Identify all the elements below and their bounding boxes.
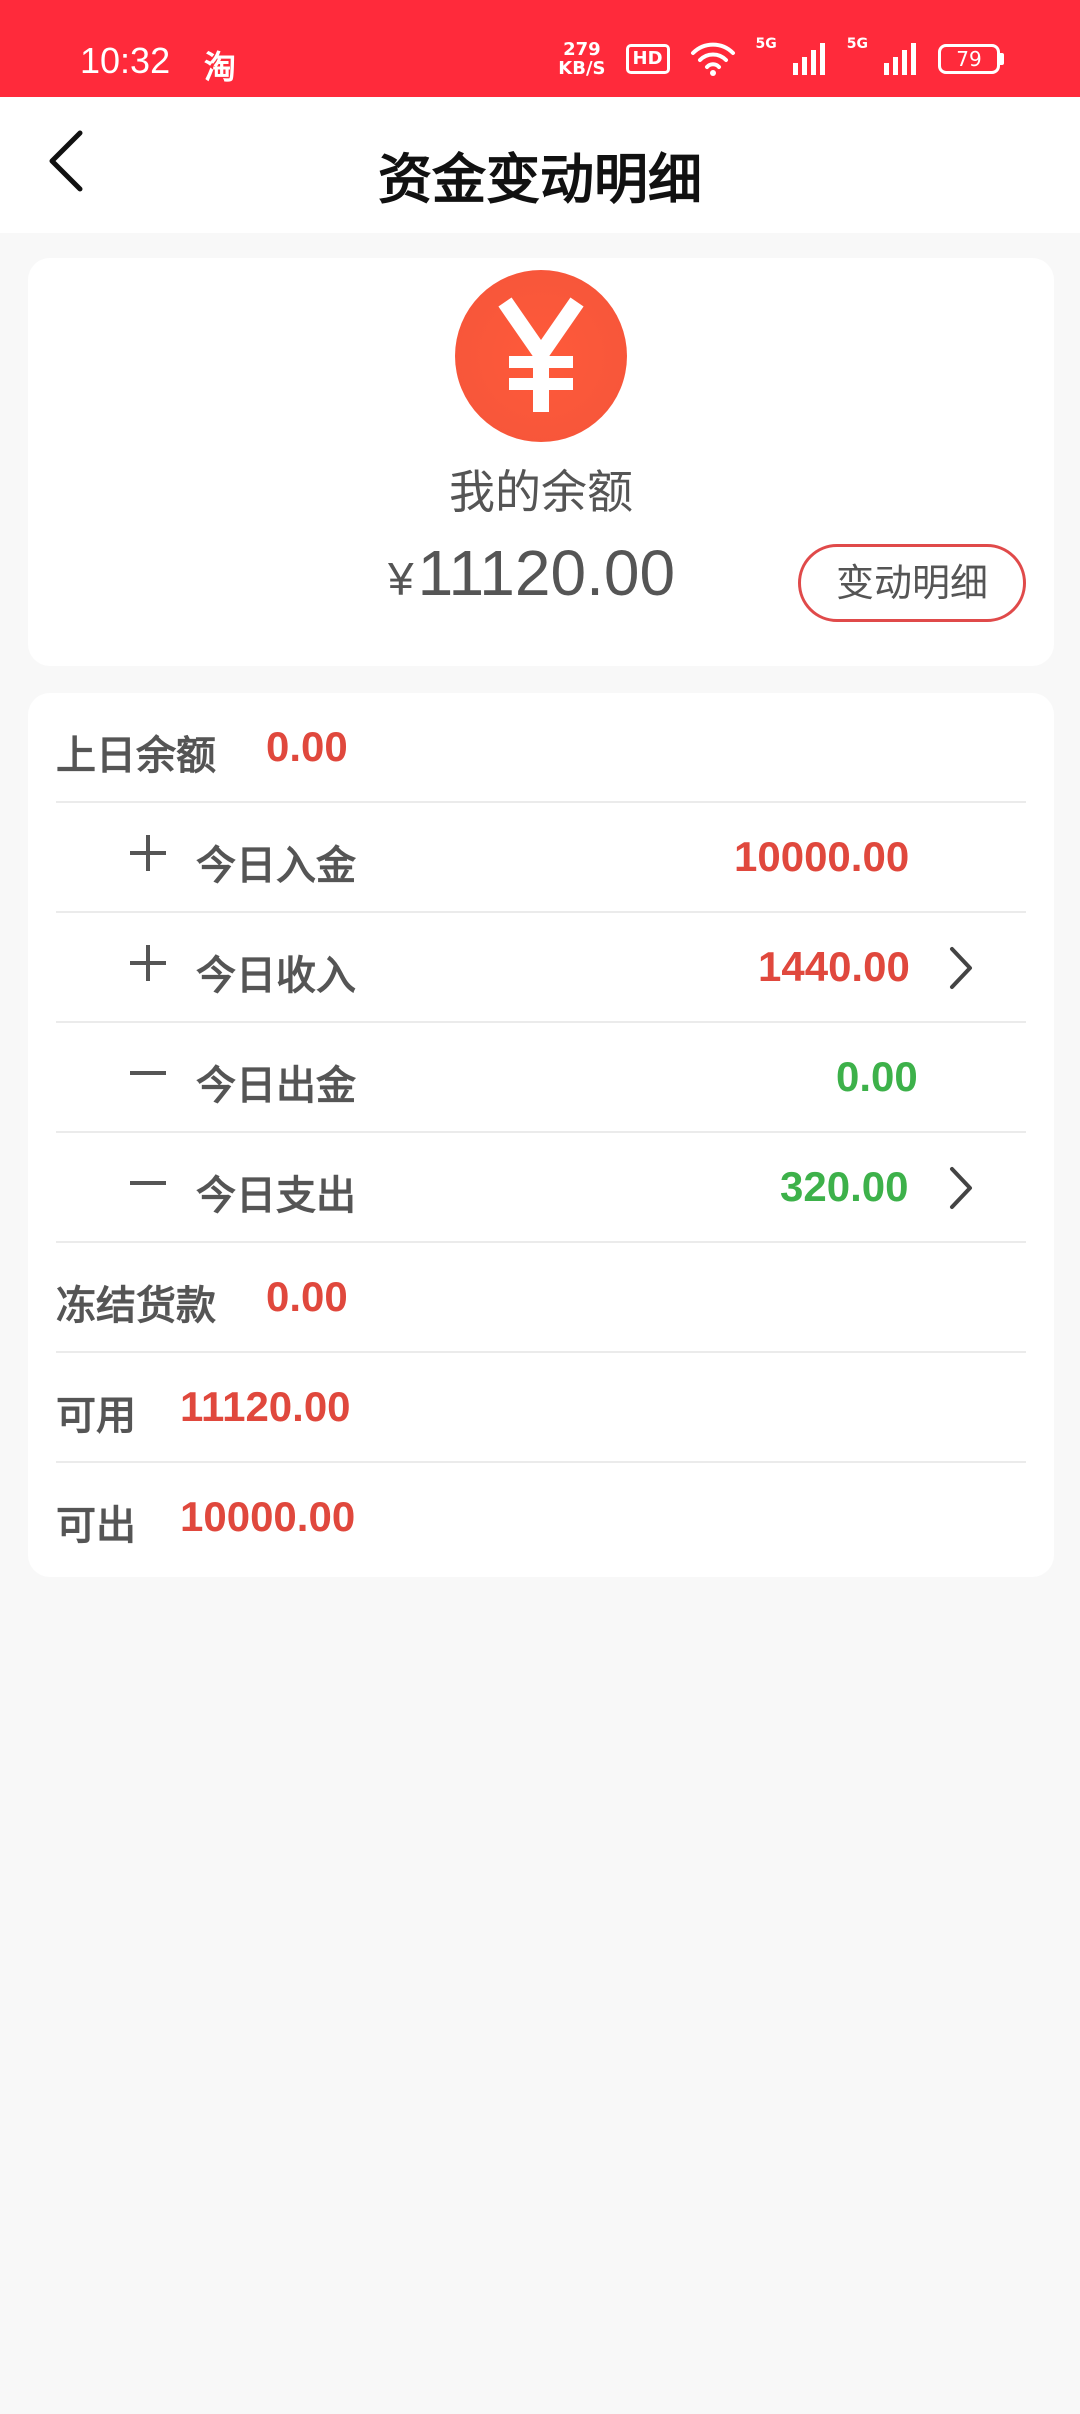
- chevron-right-icon[interactable]: [946, 945, 976, 991]
- network-5g-label-2: 5G: [846, 36, 868, 52]
- signal-icon-2: [884, 43, 918, 75]
- page-title: 资金变动明细: [378, 148, 702, 211]
- row-value: 0.00: [266, 723, 348, 770]
- plus-icon: [130, 835, 166, 871]
- app-header: 资金变动明细: [0, 97, 1080, 233]
- row-today-withdrawal: 今日出金 0.00: [56, 1023, 1026, 1133]
- row-label: 冻结货款: [56, 1283, 216, 1329]
- network-speed-unit: KB/S: [558, 58, 606, 79]
- row-label: 今日支出: [196, 1173, 356, 1219]
- signal-icon-1: [792, 43, 827, 75]
- balance-value: 11120.00: [417, 537, 676, 609]
- row-frozen-payment: 冻结货款 0.00: [56, 1243, 1026, 1353]
- row-previous-balance: 上日余额 0.00: [56, 693, 1026, 803]
- row-value: 320.00: [780, 1163, 909, 1210]
- hd-icon: HD: [625, 44, 670, 74]
- row-today-income[interactable]: 今日收入 1440.00: [56, 913, 1026, 1023]
- row-today-deposit: 今日入金 10000.00: [56, 803, 1026, 913]
- row-today-expense[interactable]: 今日支出 320.00: [56, 1133, 1026, 1243]
- row-value: 0.00: [836, 1053, 918, 1100]
- status-bar: 10:32 淘 279 KB/S HD 5G 5G 79: [0, 0, 1080, 97]
- plus-icon: [130, 945, 166, 981]
- row-value: 10000.00: [734, 833, 910, 880]
- network-speed: 279 KB/S: [558, 40, 605, 78]
- currency-symbol: ¥: [388, 553, 414, 605]
- network-5g-label-1: 5G: [755, 36, 777, 52]
- row-value: 0.00: [266, 1273, 348, 1320]
- change-detail-button[interactable]: 变动明细: [798, 544, 1026, 622]
- row-available: 可用 11120.00: [56, 1353, 1026, 1463]
- battery-icon: 79: [938, 44, 1004, 74]
- row-value: 1440.00: [758, 943, 910, 990]
- row-withdrawable: 可出 10000.00: [56, 1463, 1026, 1573]
- battery-level: 79: [938, 44, 1000, 74]
- minus-icon: [130, 1181, 166, 1185]
- yen-icon: [455, 270, 627, 442]
- chevron-right-icon[interactable]: [946, 1165, 976, 1211]
- row-label: 今日收入: [196, 953, 356, 999]
- row-value: 10000.00: [180, 1493, 356, 1540]
- network-speed-value: 279: [563, 39, 601, 60]
- balance-amount: ¥11120.00: [388, 536, 675, 610]
- row-label: 可出: [56, 1503, 136, 1549]
- row-value: 11120.00: [180, 1383, 351, 1430]
- fund-detail-list: 上日余额 0.00 今日入金 10000.00 今日收入 1440.00 今日出…: [28, 693, 1054, 1577]
- balance-label: 我的余额: [449, 465, 633, 519]
- taobao-notification-icon: 淘: [204, 48, 237, 86]
- balance-card: 我的余额 ¥11120.00 变动明细: [28, 258, 1054, 666]
- wifi-icon: [690, 41, 736, 77]
- row-label: 今日出金: [196, 1063, 356, 1109]
- status-time: 10:32: [80, 40, 171, 81]
- row-label: 可用: [56, 1393, 136, 1439]
- minus-icon: [130, 1071, 166, 1075]
- status-indicators: 279 KB/S HD 5G 5G 79: [558, 36, 1004, 78]
- row-label: 上日余额: [56, 733, 216, 779]
- row-label: 今日入金: [196, 843, 356, 889]
